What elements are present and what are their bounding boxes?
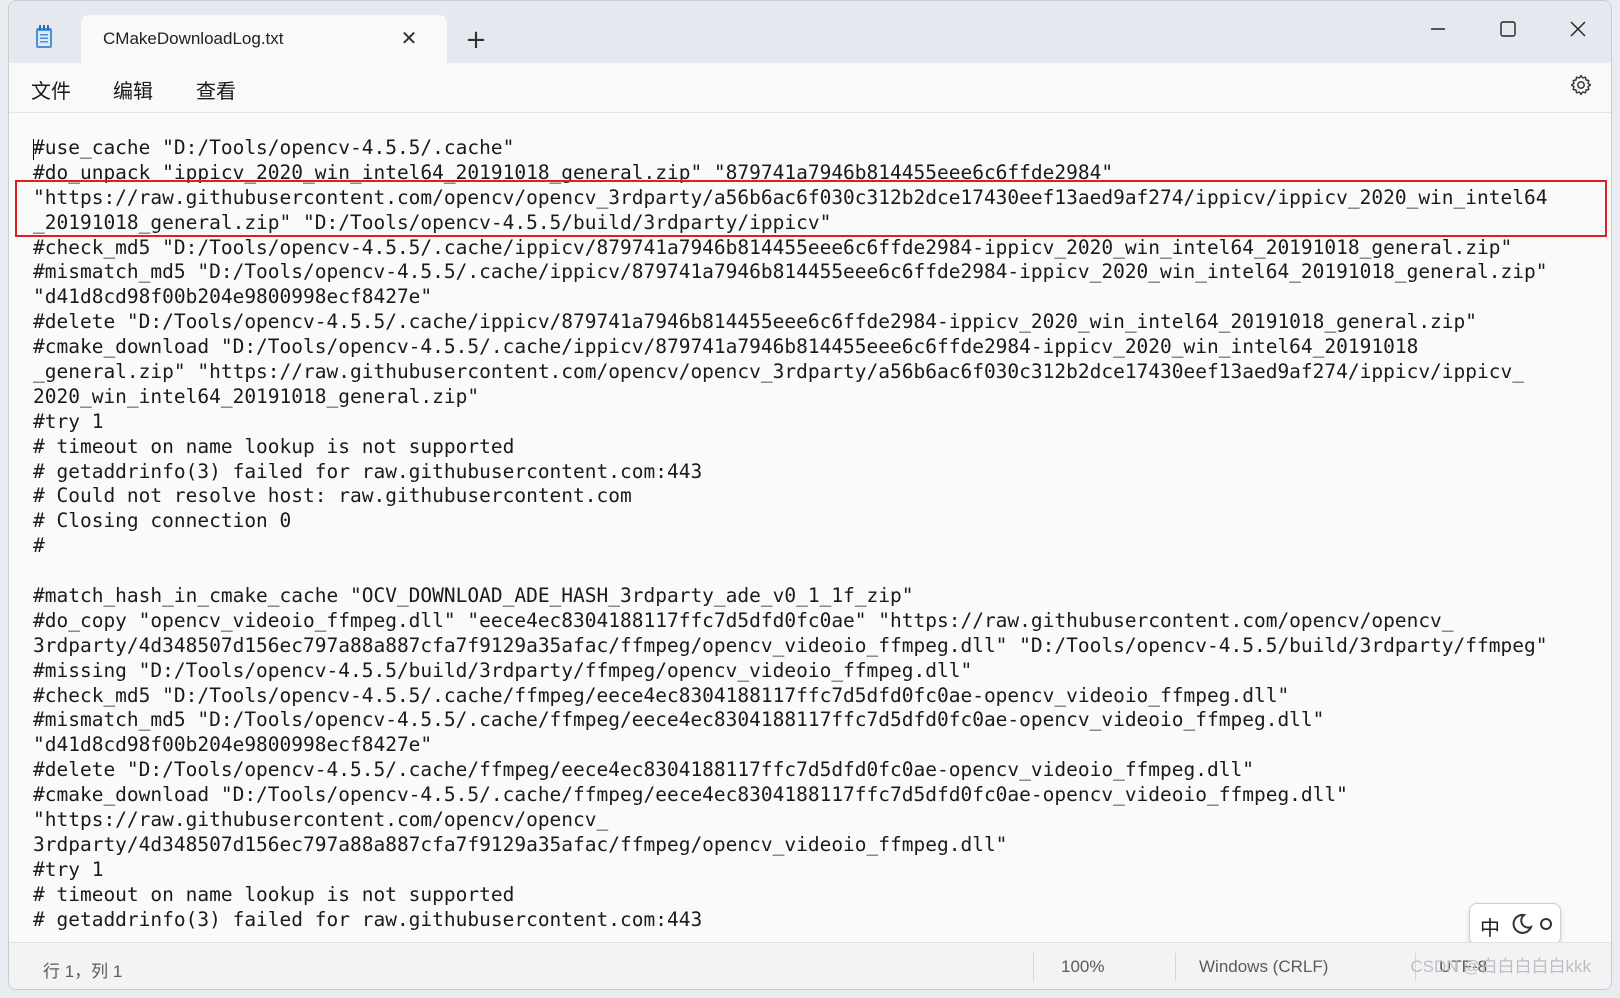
maximize-icon[interactable] bbox=[1479, 9, 1537, 49]
editor-line[interactable] bbox=[33, 559, 1547, 584]
ime-mode-label: 中 bbox=[1480, 916, 1500, 940]
close-icon[interactable] bbox=[1549, 9, 1607, 49]
status-bar: 行 1，列 1 100% Windows (CRLF) UTF-8 bbox=[9, 942, 1611, 989]
line-ending[interactable]: Windows (CRLF) bbox=[1199, 957, 1328, 977]
editor-line[interactable]: # Could not resolve host: raw.githubuser… bbox=[33, 484, 1547, 509]
editor-line[interactable]: #use_cache "D:/Tools/opencv-4.5.5/.cache… bbox=[33, 136, 1547, 161]
editor-line[interactable]: _general.zip" "https://raw.githubusercon… bbox=[33, 360, 1547, 385]
menu-view[interactable]: 查看 bbox=[196, 75, 236, 104]
menu-file[interactable]: 文件 bbox=[31, 75, 71, 104]
new-tab-button[interactable]: + bbox=[461, 25, 491, 55]
editor-line[interactable]: #do_copy "opencv_videoio_ffmpeg.dll" "ee… bbox=[33, 609, 1547, 634]
editor-line[interactable]: 3rdparty/4d348507d156ec797a88a887cfa7f91… bbox=[33, 634, 1547, 659]
settings-gear-icon[interactable] bbox=[1569, 73, 1593, 97]
editor-line[interactable]: # timeout on name lookup is not supporte… bbox=[33, 435, 1547, 460]
editor-line[interactable]: #check_md5 "D:/Tools/opencv-4.5.5/.cache… bbox=[33, 684, 1547, 709]
editor-line[interactable]: #try 1 bbox=[33, 410, 1547, 435]
editor-line[interactable]: #cmake_download "D:/Tools/opencv-4.5.5/.… bbox=[33, 335, 1547, 360]
editor-line[interactable]: # timeout on name lookup is not supporte… bbox=[33, 883, 1547, 908]
editor-line[interactable]: #cmake_download "D:/Tools/opencv-4.5.5/.… bbox=[33, 783, 1547, 808]
tab-cmakedownloadlog[interactable]: CMakeDownloadLog.txt ✕ bbox=[81, 15, 447, 63]
tab-title: CMakeDownloadLog.txt bbox=[103, 29, 284, 48]
editor-line[interactable]: "d41d8cd98f00b204e9800998ecf8427e" bbox=[33, 285, 1547, 310]
status-divider bbox=[1033, 953, 1034, 981]
status-divider bbox=[1175, 953, 1176, 981]
minimize-icon[interactable] bbox=[1409, 9, 1467, 49]
editor-line[interactable]: "https://raw.githubusercontent.com/openc… bbox=[33, 808, 1547, 833]
punctuation-dot-icon bbox=[1540, 918, 1552, 930]
text-caret bbox=[33, 139, 34, 160]
half-width-moon-icon bbox=[1512, 913, 1533, 934]
tab-close-icon[interactable]: ✕ bbox=[396, 25, 422, 51]
editor-line[interactable]: # Closing connection 0 bbox=[33, 509, 1547, 534]
menu-bar: 文件 编辑 查看 bbox=[9, 63, 1611, 113]
notepad-window: CMakeDownloadLog.txt ✕ + 文件 编辑 查看 #use_c… bbox=[8, 0, 1612, 990]
editor-line[interactable]: #check_md5 "D:/Tools/opencv-4.5.5/.cache… bbox=[33, 236, 1547, 261]
editor-line[interactable]: #delete "D:/Tools/opencv-4.5.5/.cache/ff… bbox=[33, 758, 1547, 783]
editor-line[interactable]: #delete "D:/Tools/opencv-4.5.5/.cache/ip… bbox=[33, 310, 1547, 335]
cursor-position: 行 1，列 1 bbox=[43, 962, 123, 981]
ime-indicator[interactable]: 中 bbox=[1469, 903, 1561, 945]
editor-line[interactable]: #mismatch_md5 "D:/Tools/opencv-4.5.5/.ca… bbox=[33, 708, 1547, 733]
editor-line[interactable]: # getaddrinfo(3) failed for raw.githubus… bbox=[33, 908, 1547, 933]
editor-line[interactable]: #missing "D:/Tools/opencv-4.5.5/build/3r… bbox=[33, 659, 1547, 684]
text-editor[interactable]: #use_cache "D:/Tools/opencv-4.5.5/.cache… bbox=[9, 114, 1611, 942]
title-bar: CMakeDownloadLog.txt ✕ + bbox=[9, 1, 1611, 63]
highlight-annotation-box bbox=[15, 180, 1607, 237]
editor-line[interactable]: # getaddrinfo(3) failed for raw.githubus… bbox=[33, 460, 1547, 485]
csdn-watermark: CSDN @白白白白白kkk bbox=[1410, 957, 1591, 976]
editor-line[interactable]: 2020_win_intel64_20191018_general.zip" bbox=[33, 385, 1547, 410]
editor-content[interactable]: #use_cache "D:/Tools/opencv-4.5.5/.cache… bbox=[33, 136, 1547, 933]
editor-line[interactable]: #mismatch_md5 "D:/Tools/opencv-4.5.5/.ca… bbox=[33, 260, 1547, 285]
editor-line[interactable]: "d41d8cd98f00b204e9800998ecf8427e" bbox=[33, 733, 1547, 758]
editor-line[interactable]: #match_hash_in_cmake_cache "OCV_DOWNLOAD… bbox=[33, 584, 1547, 609]
zoom-level[interactable]: 100% bbox=[1061, 957, 1104, 977]
editor-line[interactable]: 3rdparty/4d348507d156ec797a88a887cfa7f91… bbox=[33, 833, 1547, 858]
notepad-app-icon bbox=[36, 25, 52, 48]
editor-line[interactable]: # bbox=[33, 534, 1547, 559]
editor-line[interactable]: #try 1 bbox=[33, 858, 1547, 883]
menu-edit[interactable]: 编辑 bbox=[113, 75, 153, 104]
